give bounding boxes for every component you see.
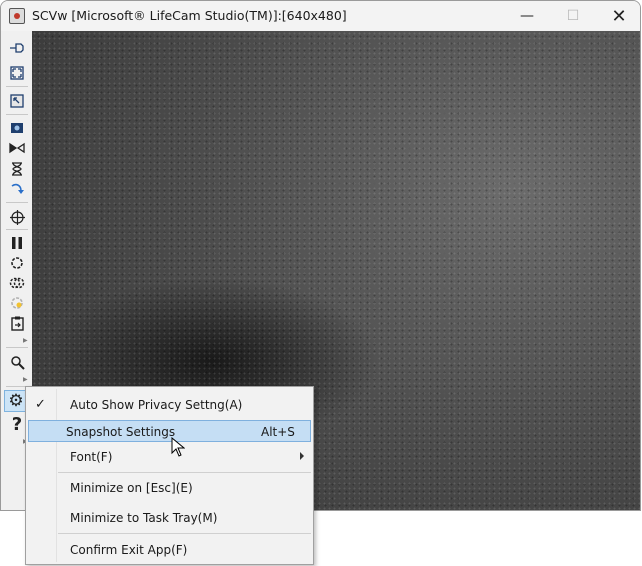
snapshot-icon[interactable]: [7, 254, 27, 272]
submenu-arrow-icon: ▶: [23, 337, 28, 344]
submenu-arrow-icon: [300, 452, 304, 460]
flip-icon[interactable]: [7, 139, 27, 157]
menu-item-minimize-on-esc[interactable]: Minimize on [Esc](E): [28, 477, 311, 499]
toolbar-separator: [6, 114, 28, 115]
menu-item-minimize-to-tray[interactable]: Minimize to Task Tray(M): [28, 507, 311, 529]
maximize-button[interactable]: ☐: [550, 1, 596, 31]
toolbar-separator: [6, 347, 28, 348]
menu-item-label: Auto Show Privacy Settng(A): [70, 398, 243, 412]
help-icon[interactable]: ?: [7, 414, 27, 435]
clipboard-icon[interactable]: [7, 314, 27, 332]
pause-icon[interactable]: [7, 234, 27, 252]
menu-item-label: Confirm Exit App(F): [70, 543, 188, 557]
menu-item-confirm-exit[interactable]: Confirm Exit App(F): [28, 539, 311, 561]
submenu-arrow-icon: ▶: [23, 376, 28, 383]
pin-icon[interactable]: [7, 39, 27, 57]
toolbar-separator: [6, 202, 28, 203]
menu-separator: [58, 533, 311, 534]
rotate-icon[interactable]: [7, 180, 27, 198]
minimize-button[interactable]: —: [504, 1, 550, 31]
menu-item-label: Snapshot Settings: [66, 425, 176, 439]
menu-item-label: Minimize on [Esc](E): [70, 481, 193, 495]
menu-item-label: Font(F): [70, 450, 113, 464]
menu-item-shortcut: Alt+S: [261, 425, 295, 439]
menu-item-label: Minimize to Task Tray(M): [70, 511, 218, 525]
zoom-icon[interactable]: [7, 353, 27, 371]
toolbar-separator: [6, 86, 28, 87]
fit-window-icon[interactable]: [7, 64, 27, 82]
mouse-cursor-icon: [171, 437, 185, 457]
menu-item-font[interactable]: Font(F): [28, 446, 311, 468]
check-icon: ✓: [35, 397, 46, 412]
resize-icon[interactable]: [7, 92, 27, 110]
menu-item-auto-show-privacy[interactable]: ✓ Auto Show Privacy Settng(A): [28, 394, 311, 416]
menu-item-snapshot-settings[interactable]: Snapshot Settings Alt+S: [28, 420, 311, 442]
close-button[interactable]: ✕: [596, 1, 640, 31]
toolbar-separator: [6, 229, 28, 230]
app-icon[interactable]: [9, 8, 25, 24]
settings-context-menu: ✓ Auto Show Privacy Settng(A) Snapshot S…: [25, 386, 314, 565]
camera-icon[interactable]: [7, 119, 27, 137]
crosshair-icon[interactable]: [7, 208, 27, 226]
menu-separator: [58, 472, 311, 473]
continuous-snapshot-icon[interactable]: [7, 274, 27, 292]
color-icon[interactable]: [7, 294, 27, 312]
title-bar[interactable]: SCVw [Microsoft® LifeCam Studio(TM)]:[64…: [1, 1, 640, 31]
timer-icon[interactable]: [7, 160, 27, 178]
window-title: SCVw [Microsoft® LifeCam Studio(TM)]:[64…: [32, 8, 347, 23]
